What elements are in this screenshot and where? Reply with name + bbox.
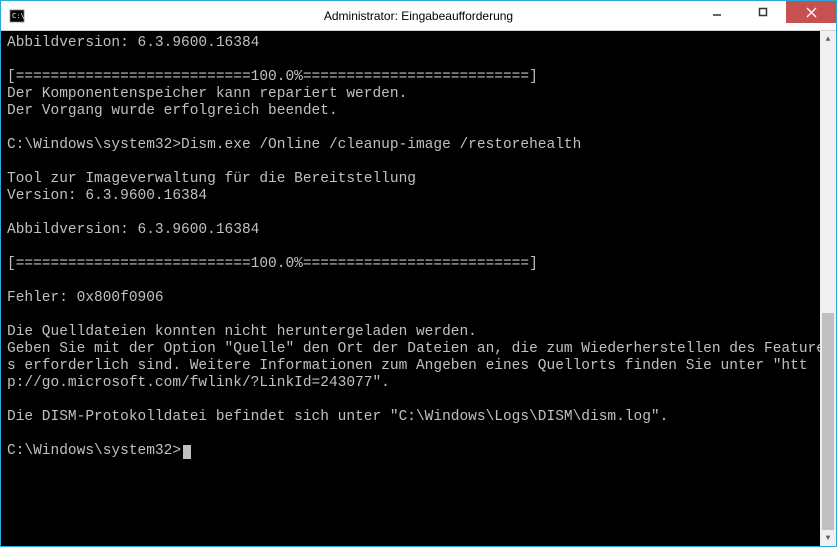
titlebar[interactable]: C:\ Administrator: Eingabeaufforderung: [1, 1, 836, 31]
window-controls: [694, 1, 836, 30]
terminal-line: Abbildversion: 6.3.9600.16384: [7, 35, 259, 51]
vertical-scrollbar[interactable]: ▲ ▼: [820, 31, 836, 546]
terminal-output[interactable]: Abbildversion: 6.3.9600.16384 [=========…: [1, 31, 836, 546]
terminal-line: Version: 6.3.9600.16384: [7, 188, 207, 204]
cmd-icon: C:\: [9, 8, 25, 24]
terminal-line: Die DISM-Protokolldatei befindet sich un…: [7, 409, 668, 425]
cursor-icon: [183, 445, 191, 459]
command-prompt-window: C:\ Administrator: Eingabeaufforderung A…: [0, 0, 837, 547]
terminal-line: Der Vorgang wurde erfolgreich beendet.: [7, 103, 338, 119]
scroll-thumb[interactable]: [822, 313, 834, 530]
terminal-line: Der Komponentenspeicher kann repariert w…: [7, 86, 407, 102]
terminal-line: C:\Windows\system32>Dism.exe /Online /cl…: [7, 137, 581, 153]
terminal-line: Tool zur Imageverwaltung für die Bereits…: [7, 171, 416, 187]
maximize-button[interactable]: [740, 1, 786, 23]
close-button[interactable]: [786, 1, 836, 23]
terminal-line: [===========================100.0%======…: [7, 69, 547, 85]
terminal-line: Die Quelldateien konnten nicht herunterg…: [7, 324, 477, 340]
minimize-button[interactable]: [694, 1, 740, 23]
terminal-line: Abbildversion: 6.3.9600.16384: [7, 222, 259, 238]
terminal-prompt: C:\Windows\system32>: [7, 443, 181, 459]
scroll-track[interactable]: [820, 47, 836, 530]
terminal-line: [===========================100.0%======…: [7, 256, 547, 272]
terminal-line: Geben Sie mit der Option "Quelle" den Or…: [7, 341, 825, 391]
scroll-up-arrow-icon[interactable]: ▲: [820, 31, 836, 47]
svg-text:C:\: C:\: [12, 12, 25, 20]
terminal-line: Fehler: 0x800f0906: [7, 290, 164, 306]
scroll-down-arrow-icon[interactable]: ▼: [820, 530, 836, 546]
